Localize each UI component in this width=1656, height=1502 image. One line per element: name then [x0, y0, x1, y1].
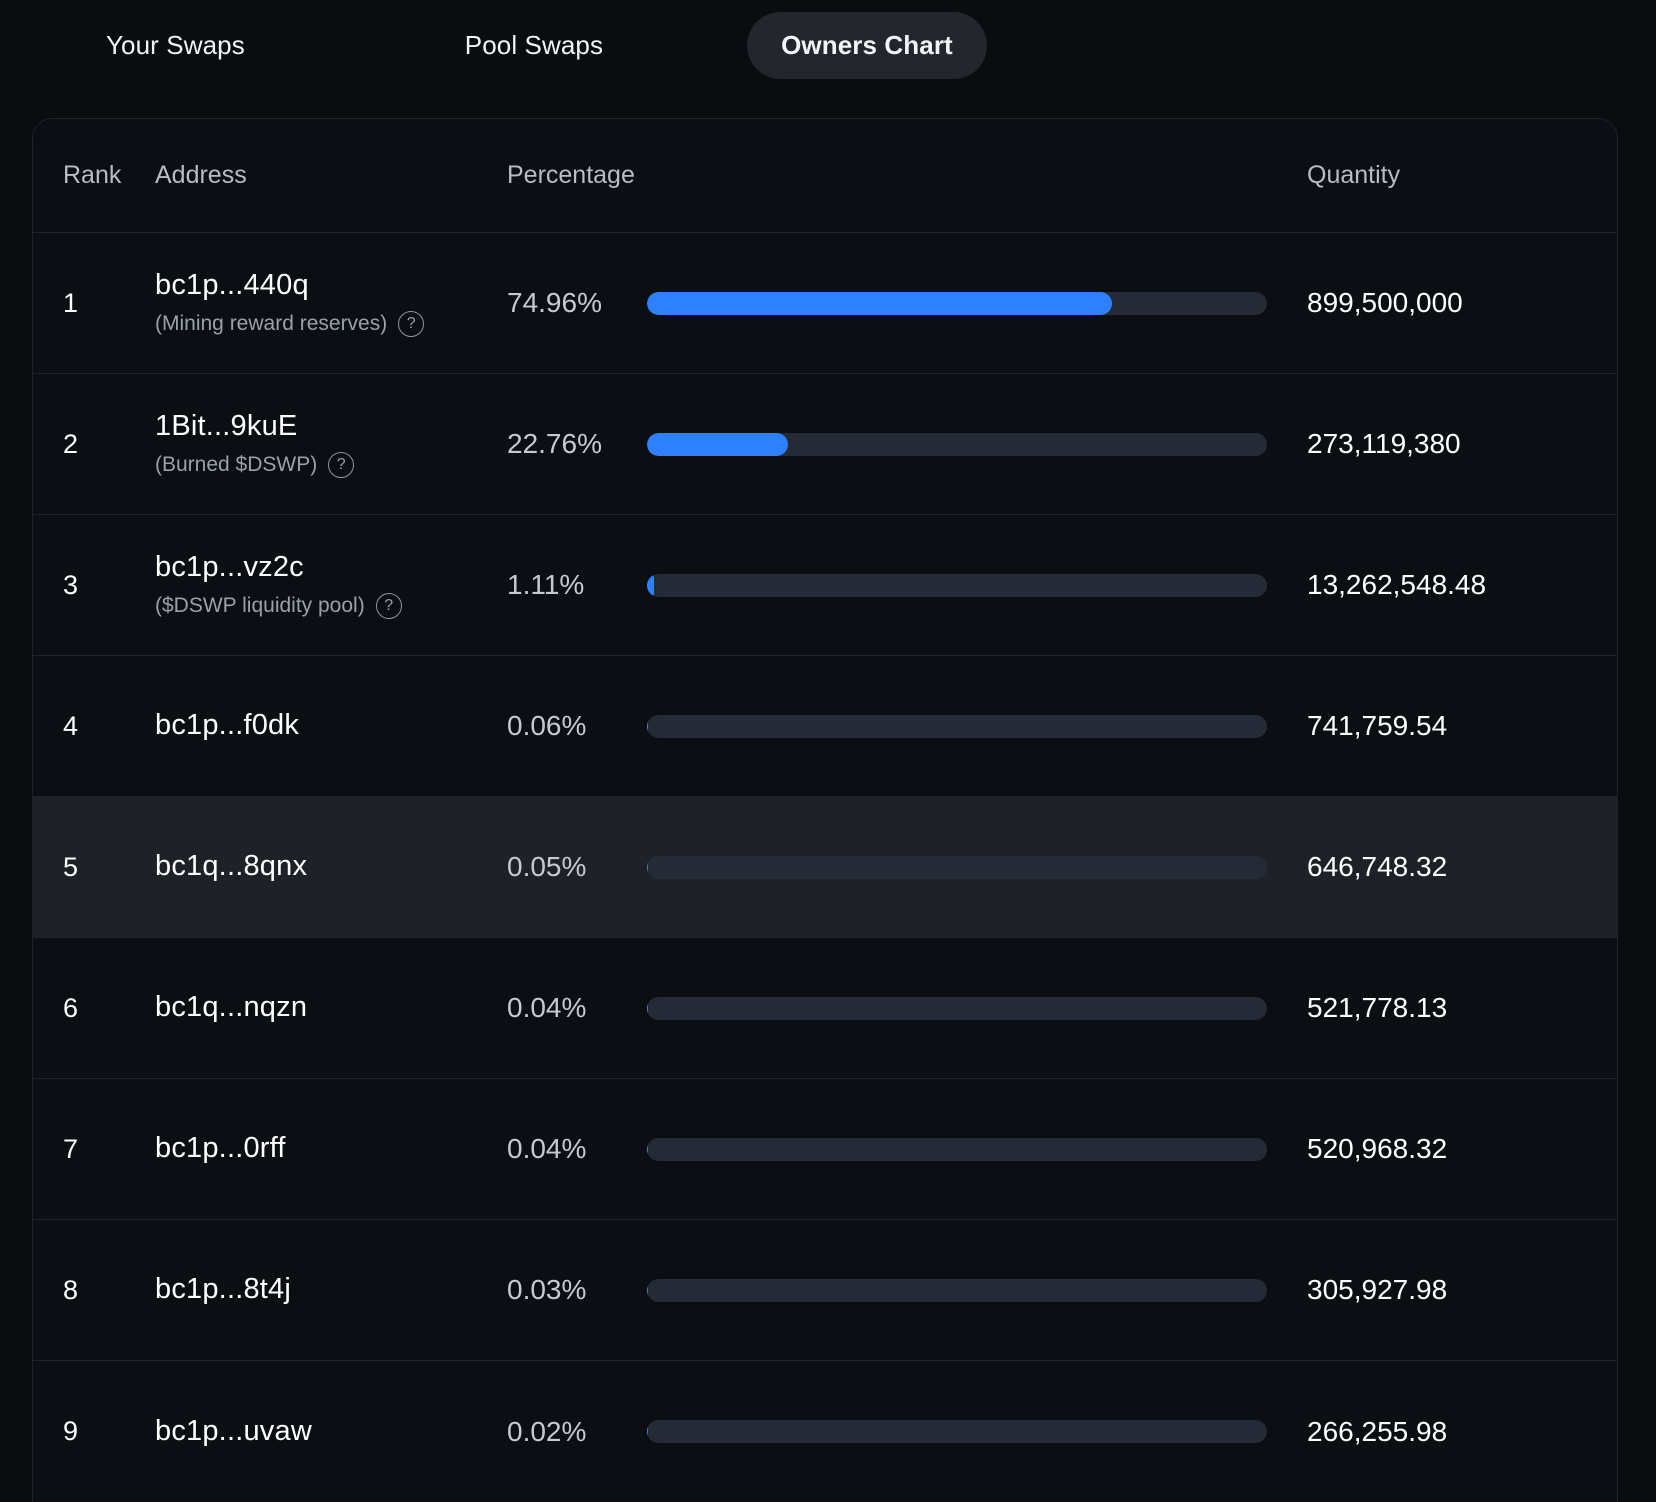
tab-owners-chart[interactable]: Owners Chart	[747, 12, 987, 79]
percentage-bar-fill	[647, 292, 1112, 315]
cell-quantity: 899,500,000	[1297, 287, 1617, 319]
address-text: bc1q...8qnx	[155, 850, 507, 883]
cell-address[interactable]: bc1q...8qnx	[155, 850, 507, 883]
column-header-percentage[interactable]: Percentage	[507, 161, 1297, 190]
cell-quantity: 741,759.54	[1297, 710, 1617, 742]
percentage-label: 0.05%	[507, 851, 629, 883]
percentage-bar-track	[647, 574, 1267, 597]
cell-percentage: 0.06%	[507, 710, 1297, 742]
cell-quantity: 273,119,380	[1297, 428, 1617, 460]
table-row[interactable]: 5bc1q...8qnx0.05% 646,748.32	[33, 797, 1617, 938]
address-note-group: (Burned $DSWP)?	[155, 452, 507, 478]
table-row[interactable]: 3bc1p...vz2c($DSWP liquidity pool)?1.11%…	[33, 515, 1617, 656]
cell-address[interactable]: bc1p...0rff	[155, 1132, 507, 1165]
cell-address[interactable]: bc1p...440q (Mining reward reserves)?	[155, 269, 507, 337]
percentage-bar-fill	[647, 433, 788, 456]
address-note-group: ($DSWP liquidity pool)?	[155, 593, 507, 619]
address-note: ($DSWP liquidity pool)	[155, 594, 365, 618]
cell-percentage: 0.04%	[507, 1133, 1297, 1165]
table-row[interactable]: 4bc1p...f0dk0.06% 741,759.54	[33, 656, 1617, 797]
help-circle-icon[interactable]: ?	[398, 311, 424, 337]
percentage-label: 1.11%	[507, 569, 629, 601]
cell-address[interactable]: bc1p...8t4j	[155, 1273, 507, 1306]
address-text: bc1p...8t4j	[155, 1273, 507, 1306]
address-text: bc1p...440q	[155, 269, 507, 302]
percentage-bar-track	[647, 997, 1267, 1020]
cell-quantity: 521,778.13	[1297, 992, 1617, 1024]
cell-quantity: 646,748.32	[1297, 851, 1617, 883]
cell-percentage: 1.11%	[507, 569, 1297, 601]
address-text: bc1p...0rff	[155, 1132, 507, 1165]
address-text: bc1p...f0dk	[155, 709, 507, 742]
cell-rank: 9	[33, 1416, 155, 1447]
table-body: 1bc1p...440q(Mining reward reserves)?74.…	[33, 233, 1617, 1502]
cell-address[interactable]: bc1p...uvaw	[155, 1415, 507, 1448]
cell-rank: 8	[33, 1275, 155, 1306]
cell-address[interactable]: bc1p...f0dk	[155, 709, 507, 742]
percentage-label: 74.96%	[507, 287, 629, 319]
table-header-row: Rank Address Percentage Quantity	[33, 119, 1617, 233]
percentage-bar-track	[647, 292, 1267, 315]
cell-address[interactable]: 1Bit...9kuE (Burned $DSWP)?	[155, 410, 507, 478]
address-text: 1Bit...9kuE	[155, 410, 507, 443]
cell-rank: 1	[33, 288, 155, 319]
percentage-bar-track	[647, 856, 1267, 879]
cell-rank: 3	[33, 570, 155, 601]
cell-quantity: 266,255.98	[1297, 1416, 1617, 1448]
percentage-bar-track	[647, 1420, 1267, 1443]
percentage-label: 0.04%	[507, 1133, 629, 1165]
address-text: bc1p...vz2c	[155, 551, 507, 584]
cell-percentage: 0.03%	[507, 1274, 1297, 1306]
cell-rank: 2	[33, 429, 155, 460]
cell-quantity: 305,927.98	[1297, 1274, 1617, 1306]
cell-percentage: 22.76%	[507, 428, 1297, 460]
cell-rank: 6	[33, 993, 155, 1024]
cell-rank: 5	[33, 852, 155, 883]
cell-address[interactable]: bc1p...vz2c ($DSWP liquidity pool)?	[155, 551, 507, 619]
table-row[interactable]: 9bc1p...uvaw0.02% 266,255.98	[33, 1361, 1617, 1502]
address-note: (Burned $DSWP)	[155, 453, 317, 477]
address-text: bc1q...nqzn	[155, 991, 507, 1024]
cell-percentage: 0.02%	[507, 1416, 1297, 1448]
percentage-label: 0.03%	[507, 1274, 629, 1306]
cell-address[interactable]: bc1q...nqzn	[155, 991, 507, 1024]
column-header-quantity[interactable]: Quantity	[1297, 161, 1617, 190]
table-row[interactable]: 6bc1q...nqzn0.04% 521,778.13	[33, 938, 1617, 1079]
percentage-label: 0.04%	[507, 992, 629, 1024]
table-row[interactable]: 21Bit...9kuE(Burned $DSWP)?22.76%273,119…	[33, 374, 1617, 515]
address-note: (Mining reward reserves)	[155, 312, 387, 336]
cell-quantity: 520,968.32	[1297, 1133, 1617, 1165]
tab-pool-swaps[interactable]: Pool Swaps	[431, 12, 637, 79]
help-circle-icon[interactable]: ?	[376, 593, 402, 619]
table-row[interactable]: 8bc1p...8t4j0.03% 305,927.98	[33, 1220, 1617, 1361]
column-header-rank[interactable]: Rank	[33, 161, 155, 190]
address-text: bc1p...uvaw	[155, 1415, 507, 1448]
cell-percentage: 74.96%	[507, 287, 1297, 319]
cell-rank: 7	[33, 1134, 155, 1165]
percentage-bar-track	[647, 1279, 1267, 1302]
cell-rank: 4	[33, 711, 155, 742]
owners-chart-table-panel: Rank Address Percentage Quantity 1bc1p..…	[32, 118, 1618, 1502]
cell-percentage: 0.05%	[507, 851, 1297, 883]
percentage-bar-fill	[647, 574, 654, 597]
cell-quantity: 13,262,548.48	[1297, 569, 1617, 601]
tab-bar: Your Swaps Pool Swaps Owners Chart	[0, 0, 1656, 90]
cell-percentage: 0.04%	[507, 992, 1297, 1024]
column-header-address[interactable]: Address	[155, 161, 507, 190]
tab-your-swaps[interactable]: Your Swaps	[72, 12, 279, 79]
address-note-group: (Mining reward reserves)?	[155, 311, 507, 337]
percentage-bar-track	[647, 1138, 1267, 1161]
percentage-label: 0.02%	[507, 1416, 629, 1448]
table-row[interactable]: 1bc1p...440q(Mining reward reserves)?74.…	[33, 233, 1617, 374]
percentage-bar-track	[647, 433, 1267, 456]
help-circle-icon[interactable]: ?	[328, 452, 354, 478]
percentage-bar-track	[647, 715, 1267, 738]
percentage-label: 22.76%	[507, 428, 629, 460]
table-row[interactable]: 7bc1p...0rff0.04% 520,968.32	[33, 1079, 1617, 1220]
percentage-label: 0.06%	[507, 710, 629, 742]
